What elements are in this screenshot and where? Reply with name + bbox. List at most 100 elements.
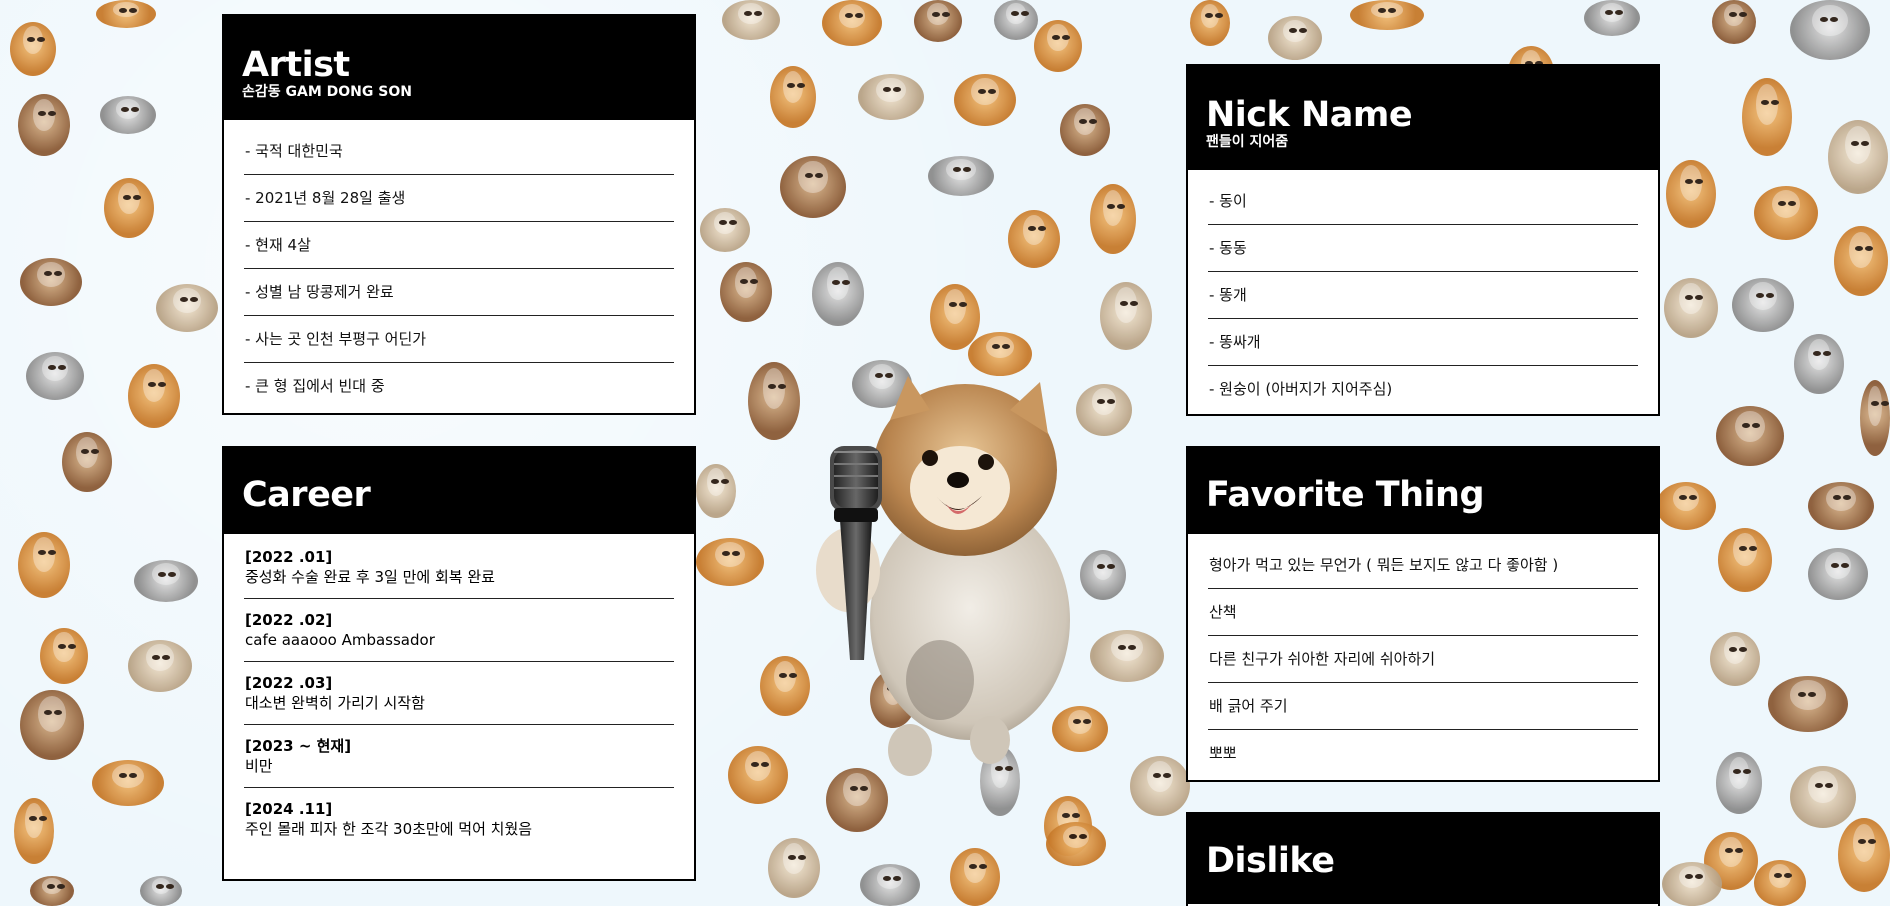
dog-sticker bbox=[1768, 676, 1848, 732]
career-date: [2022 .03] bbox=[245, 674, 333, 692]
dog-sticker bbox=[100, 96, 156, 134]
dog-sticker bbox=[858, 74, 924, 120]
dog-sticker bbox=[92, 760, 164, 806]
dog-sticker bbox=[768, 838, 820, 898]
career-date: [2024 .11] bbox=[245, 800, 333, 818]
dog-sticker bbox=[1794, 334, 1844, 394]
career-item: [2022 .02] cafe aaaooo Ambassador bbox=[244, 599, 674, 662]
dog-sticker bbox=[1008, 210, 1060, 268]
dog-sticker bbox=[1268, 16, 1322, 60]
favorite-title: Favorite Thing bbox=[1206, 475, 1485, 515]
career-item: [2023 ~ 현재] 비만 bbox=[244, 725, 674, 788]
career-date: [2022 .02] bbox=[245, 611, 333, 629]
nickname-item: - 똥싸개 bbox=[1208, 319, 1638, 366]
dog-sticker bbox=[1090, 630, 1164, 682]
dog-sticker bbox=[1666, 160, 1716, 228]
artist-item-nationality: - 국적 대한민국 bbox=[244, 128, 674, 175]
career-item: [2024 .11] 주인 몰래 피자 한 조각 30초만에 먹어 치웠음 bbox=[244, 788, 674, 850]
dog-sticker bbox=[96, 0, 156, 28]
dog-sticker bbox=[134, 560, 198, 602]
dog-sticker bbox=[1584, 0, 1640, 36]
career-text: 비만 bbox=[245, 757, 273, 775]
dog-sticker bbox=[696, 464, 736, 518]
nickname-item: - 동이 bbox=[1208, 178, 1638, 225]
dog-sticker bbox=[1130, 756, 1190, 816]
career-header: Career bbox=[224, 448, 694, 534]
artist-item-birthdate: - 2021년 8월 28일 출생 bbox=[244, 175, 674, 222]
nickname-header: Nick Name 팬들이 지어줌 bbox=[1188, 66, 1658, 170]
dog-sticker bbox=[1350, 0, 1424, 30]
dog-sticker bbox=[1732, 278, 1794, 332]
artist-header: Artist 손감동 GAM DONG SON bbox=[224, 16, 694, 120]
artist-item-gender: - 성별 남 땅콩제거 완료 bbox=[244, 269, 674, 316]
favorite-item: 뽀뽀 bbox=[1209, 744, 1237, 762]
favorite-item: 형아가 먹고 있는 무언가 ( 뭐든 보지도 않고 다 좋아함 ) bbox=[1208, 542, 1638, 589]
dog-sticker bbox=[1662, 862, 1722, 906]
dog-sticker bbox=[1716, 752, 1762, 814]
dog-sticker bbox=[812, 262, 864, 326]
dog-sticker bbox=[1838, 818, 1890, 892]
dog-sticker bbox=[156, 284, 218, 332]
dog-sticker bbox=[128, 364, 180, 428]
favorite-panel: Favorite Thing 형아가 먹고 있는 무언가 ( 뭐든 보지도 않고… bbox=[1186, 446, 1660, 782]
career-item: [2022 .01] 중성화 수술 완료 후 3일 만에 회복 완료 bbox=[244, 536, 674, 599]
dog-sticker bbox=[10, 22, 56, 76]
career-panel: Career [2022 .01] 중성화 수술 완료 후 3일 만에 회복 완… bbox=[222, 446, 696, 881]
dog-sticker bbox=[1060, 104, 1110, 156]
dog-sticker bbox=[728, 746, 788, 804]
dog-sticker bbox=[950, 848, 1000, 906]
dog-sticker bbox=[1710, 632, 1760, 686]
career-item: [2022 .03] 대소변 완벽히 가리기 시작함 bbox=[244, 662, 674, 725]
dog-sticker bbox=[104, 178, 154, 238]
nickname-item: - 동동 bbox=[1208, 225, 1638, 272]
dog-with-microphone-illustration bbox=[816, 376, 1070, 776]
favorite-header: Favorite Thing bbox=[1188, 448, 1658, 534]
dislike-header: Dislike bbox=[1188, 814, 1658, 904]
dog-sticker bbox=[140, 876, 182, 906]
dog-sticker bbox=[1712, 0, 1756, 44]
dog-sticker bbox=[1742, 78, 1792, 156]
dog-sticker bbox=[1860, 380, 1890, 456]
nickname-panel: Nick Name 팬들이 지어줌 - 동이 - 동동 - 똥개 - 똥싸개 -… bbox=[1186, 64, 1660, 416]
dog-sticker bbox=[20, 690, 84, 760]
dog-sticker bbox=[62, 432, 112, 492]
favorite-list: 형아가 먹고 있는 무언가 ( 뭐든 보지도 않고 다 좋아함 ) 산책 다른 … bbox=[1188, 534, 1658, 782]
dog-sticker bbox=[1790, 766, 1856, 828]
dog-sticker bbox=[128, 640, 192, 692]
career-date: [2023 ~ 현재] bbox=[245, 737, 352, 755]
dog-sticker bbox=[1808, 482, 1874, 530]
dog-sticker bbox=[860, 864, 920, 906]
dog-sticker bbox=[1808, 548, 1868, 600]
nickname-list: - 동이 - 동동 - 똥개 - 똥싸개 - 원숭이 (아버지가 지어주심) bbox=[1188, 170, 1658, 418]
nickname-title: Nick Name bbox=[1206, 95, 1413, 135]
dog-sticker bbox=[14, 798, 54, 864]
dog-sticker bbox=[780, 156, 846, 218]
dog-sticker bbox=[1034, 20, 1082, 72]
dislike-panel: Dislike bbox=[1186, 812, 1660, 906]
dog-sticker bbox=[994, 0, 1038, 40]
artist-panel: Artist 손감동 GAM DONG SON - 국적 대한민국 - 2021… bbox=[222, 14, 696, 415]
dog-sticker bbox=[720, 262, 772, 322]
dog-sticker bbox=[1754, 860, 1806, 906]
dog-sticker bbox=[1100, 282, 1152, 350]
career-title: Career bbox=[242, 475, 371, 515]
dog-sticker bbox=[930, 284, 980, 350]
dog-sticker bbox=[954, 74, 1016, 126]
favorite-item: 다른 친구가 쉬아한 자리에 쉬아하기 bbox=[1208, 636, 1638, 683]
dog-sticker bbox=[1190, 0, 1230, 46]
dog-sticker bbox=[40, 628, 88, 684]
dog-sticker bbox=[722, 0, 780, 40]
artist-item-age: - 현재 4살 bbox=[244, 222, 674, 269]
dog-sticker bbox=[1664, 278, 1718, 338]
artist-item-living: - 큰 형 집에서 빈대 중 bbox=[245, 377, 385, 395]
dog-sticker bbox=[26, 352, 84, 400]
artist-list: - 국적 대한민국 - 2021년 8월 28일 출생 - 현재 4살 - 성별… bbox=[224, 120, 694, 415]
dog-sticker bbox=[20, 258, 82, 306]
dog-sticker bbox=[1828, 120, 1888, 194]
artist-title: Artist bbox=[242, 45, 350, 85]
artist-item-residence: - 사는 곳 인천 부평구 어딘가 bbox=[244, 316, 674, 363]
dog-sticker bbox=[18, 532, 70, 598]
dog-sticker bbox=[1090, 184, 1136, 254]
dog-sticker bbox=[770, 66, 816, 128]
career-text: 중성화 수술 완료 후 3일 만에 회복 완료 bbox=[245, 568, 495, 586]
